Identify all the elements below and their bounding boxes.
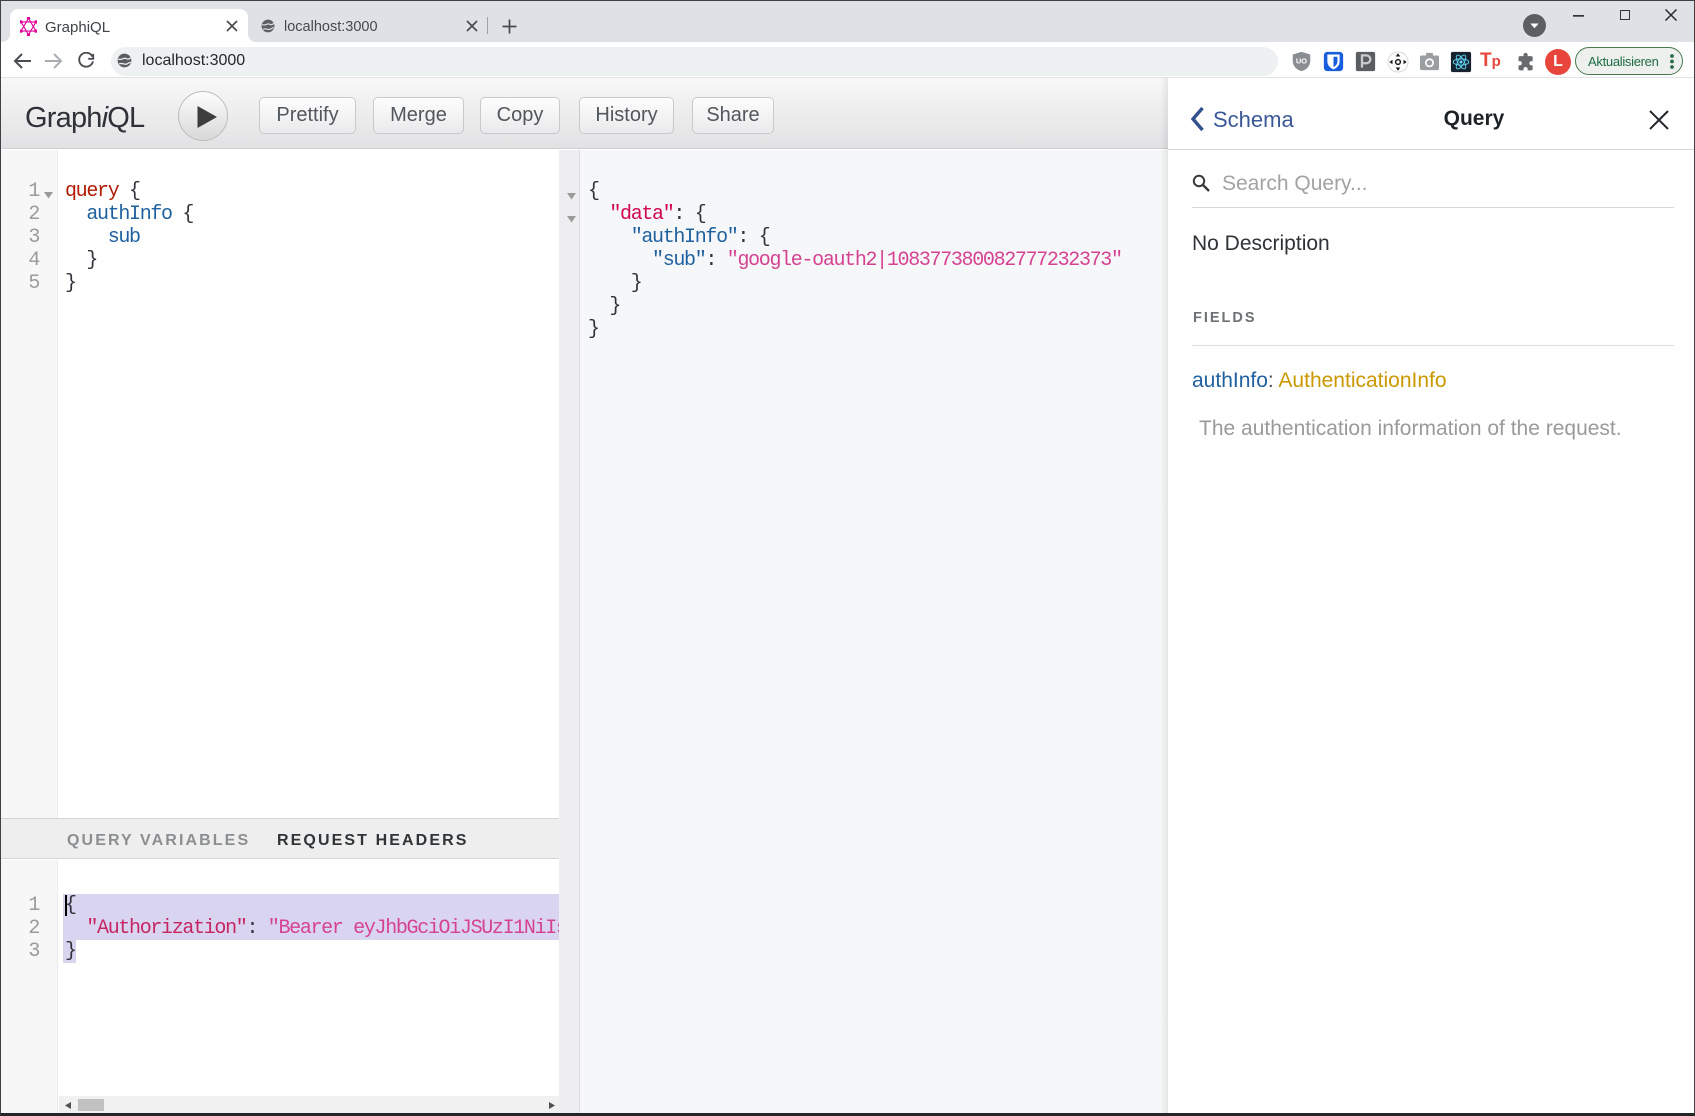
svg-text:UO: UO	[1296, 57, 1307, 66]
